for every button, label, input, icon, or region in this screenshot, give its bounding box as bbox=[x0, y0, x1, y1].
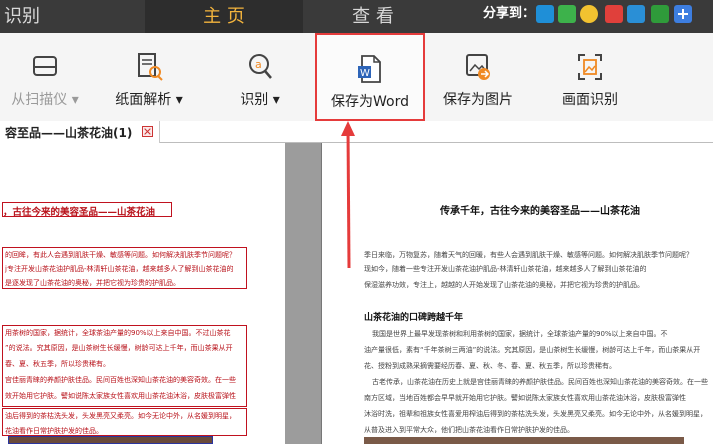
recognize-button[interactable]: a 识别 ▾ bbox=[222, 33, 298, 121]
preview-line: 现如今，随着一些专注开发山茶花油护肌品-林清轩山茶花油，越来越多人了解到山茶花油… bbox=[364, 265, 647, 273]
toolbar: 从扫描仪 ▾ 纸面解析 ▾ a 识别 ▾ W 保存为Word 保存为图片 画面识… bbox=[0, 33, 713, 121]
tab-view[interactable]: 查 看 bbox=[306, 0, 440, 33]
source-line: 是逐发现了山茶花油的奥秘，并把它视为珍贵的护肌品。 bbox=[5, 279, 180, 287]
preview-section-title: 山茶花油的口碑跨越千年 bbox=[364, 313, 464, 323]
document-tab-label: 容至品——山茶花油(1) bbox=[5, 126, 133, 140]
share-label: 分享到： bbox=[483, 6, 536, 21]
source-line: 花油看作日常护肤护发的佳品。 bbox=[5, 427, 103, 435]
page-analysis-icon bbox=[138, 53, 163, 81]
weibo-icon[interactable] bbox=[605, 5, 623, 23]
screen-recognize-label: 画面识别 bbox=[562, 92, 618, 108]
preview-line: 南方区域，当地百姓都会早早就开始用它护肤。譬如说陈太家族女性喜欢用山茶花油沐浴，… bbox=[364, 394, 686, 402]
preview-line: 花、授粉到成熟采摘需要经历春、夏、秋、冬、春、夏、秋五季，所以珍贵稀有。 bbox=[364, 362, 616, 370]
source-line: ”的说法。究其原因，是山茶树生长缓慢，树龄可达上千年，而山茶果从开 bbox=[5, 344, 233, 352]
preview-line: 沐浴时洗，祖辈和祖族女性喜爱用榨油后得到的茶枯洗头发，头发黑亮又柔亮。如今无论中… bbox=[364, 410, 707, 418]
recognition-preview-pane[interactable]: 传承千年，古往今来的美容圣品——山茶花油 季日来临，万物复苏，随着天气的回暖，有… bbox=[321, 143, 713, 444]
source-image-pane[interactable]: ，古往今来的美容圣品——山茶花油 的回眸，有此人会遇到肌肤干燥、敏感等问题。如何… bbox=[0, 143, 285, 444]
preview-line: 从普及进入到平常大众，他们把山茶花油看作日常护肤护发的佳品。 bbox=[364, 426, 574, 434]
recognize-icon: a bbox=[249, 54, 272, 79]
source-line: 宫佳丽青睐的养颜护肤佳品。民间百姓也深知山茶花油的美容奇效。在一些 bbox=[5, 376, 236, 384]
source-line: 油后得到的茶枯洗头发，头发黑亮又柔亮。如今无论中外，从名媛到明星， bbox=[5, 412, 236, 420]
source-photo bbox=[8, 436, 213, 444]
save-as-word-label: 保存为Word bbox=[331, 94, 409, 110]
scan-button[interactable]: 从扫描仪 ▾ bbox=[0, 33, 90, 121]
preview-line: 油产量很低，素有“千年茶树三两油”的说法。究其原因，是山茶树生长缓慢，树龄可达上… bbox=[364, 346, 701, 354]
source-line: j专注开发山茶花油护肌品-林清轩山茶花油，越来越多人了解到山茶花油的 bbox=[5, 265, 234, 273]
scan-label: 从扫描仪 ▾ bbox=[11, 92, 79, 108]
tab-recognize[interactable]: 识别 bbox=[4, 0, 64, 33]
page-analysis-button[interactable]: 纸面解析 ▾ bbox=[100, 33, 198, 121]
save-as-word-button[interactable]: W 保存为Word bbox=[315, 33, 425, 121]
preview-photo bbox=[364, 437, 684, 444]
pane-divider[interactable] bbox=[285, 143, 321, 444]
preview-line: 我国是世界上最早发现茶树和利用茶树的国家，据统计，全球茶油产量的90%以上来自中… bbox=[372, 330, 668, 338]
preview-line: 季日来临，万物复苏，随着天气的回暖，有些人会遇到肌肤干燥、敏感等问题。如何解决肌… bbox=[364, 251, 693, 259]
wechat-icon[interactable] bbox=[558, 5, 576, 23]
plus-icon-glyph bbox=[678, 9, 688, 19]
source-title: ，古往今来的美容圣品——山茶花油 bbox=[3, 207, 156, 218]
preview-line: 古老传承，山茶花油在历史上就是宫佳丽青睐的养颜护肤佳品。民间百姓也深知山茶花油的… bbox=[372, 378, 708, 386]
document-tab[interactable]: 容至品——山茶花油(1) bbox=[0, 121, 160, 143]
source-line: 效开始用它护肤。譬如说陈太家族女性喜欢用山茶花油沐浴，皮肤极富弹性 bbox=[5, 392, 236, 400]
preview-line: 保湿滋养功效，专注上，越越的人开始发现了山茶花油的奥秘，并把它视为珍贵的护肌品。 bbox=[364, 281, 644, 289]
save-as-image-label: 保存为图片 bbox=[443, 92, 513, 108]
save-as-image-button[interactable]: 保存为图片 bbox=[436, 33, 520, 121]
recognize-label: 识别 ▾ bbox=[240, 92, 280, 108]
source-line: 春、夏、秋五季，所以珍贵稀有。 bbox=[5, 360, 110, 368]
svg-text:W: W bbox=[360, 68, 370, 79]
preview-title: 传承千年，古往今来的美容圣品——山茶花油 bbox=[440, 206, 640, 217]
douban-icon[interactable] bbox=[651, 5, 669, 23]
page-analysis-label: 纸面解析 ▾ bbox=[115, 92, 183, 108]
qq-icon[interactable] bbox=[536, 5, 554, 23]
tab-home[interactable]: 主 页 bbox=[145, 0, 303, 33]
close-icon[interactable] bbox=[142, 126, 153, 137]
source-line: 的回眸，有此人会遇到肌肤干燥、敏感等问题。如何解决肌肤季节问题呢？ bbox=[5, 251, 236, 259]
save-image-icon bbox=[466, 54, 490, 80]
qzone-icon[interactable] bbox=[580, 5, 598, 23]
document-tab-bar: 容至品——山茶花油(1) bbox=[0, 121, 713, 143]
screen-recognize-button[interactable]: 画面识别 bbox=[554, 33, 626, 121]
scanner-icon bbox=[33, 56, 57, 76]
svg-text:a: a bbox=[255, 58, 262, 71]
word-document-icon: W bbox=[358, 55, 381, 83]
screen-capture-icon bbox=[578, 54, 602, 80]
source-line: 用茶树的国家，据统计，全球茶油产量的90%以上来自中国。不过山茶花 bbox=[5, 329, 231, 337]
tencent-weibo-icon[interactable] bbox=[627, 5, 645, 23]
top-menu-bar: 识别 主 页 查 看 分享到： bbox=[0, 0, 713, 33]
